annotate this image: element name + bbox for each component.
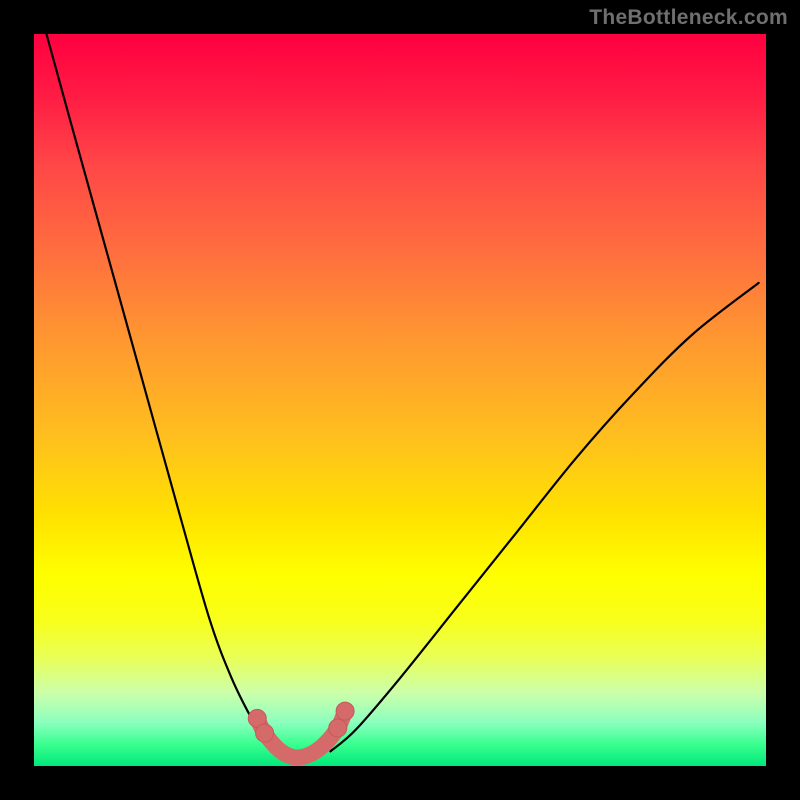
watermark-text: TheBottleneck.com (589, 6, 788, 30)
valley-markers (248, 702, 354, 757)
valley-marker-dot (336, 702, 354, 720)
right-curve (330, 283, 758, 751)
chart-svg (34, 34, 766, 766)
left-curve (46, 34, 279, 751)
valley-marker-dot (256, 724, 274, 742)
valley-marker-dot (329, 719, 347, 737)
chart-frame: TheBottleneck.com (0, 0, 800, 800)
